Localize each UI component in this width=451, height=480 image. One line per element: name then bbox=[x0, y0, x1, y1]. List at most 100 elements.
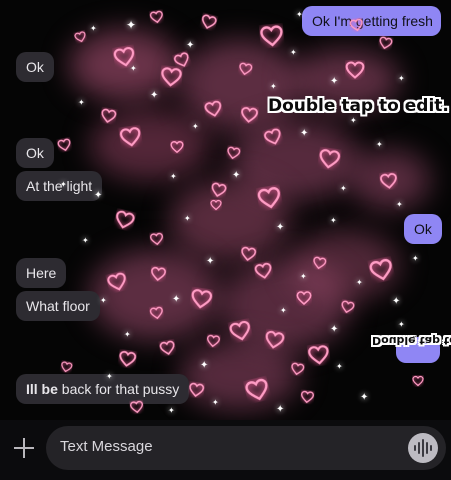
heart-icon bbox=[345, 60, 365, 85]
glow bbox=[290, 230, 400, 300]
sparkle-icon: ✦ bbox=[126, 18, 137, 32]
heart-icon bbox=[288, 361, 305, 382]
heart-icon bbox=[256, 184, 285, 217]
heart-icon bbox=[412, 374, 424, 392]
heart-icon bbox=[149, 265, 167, 288]
message-bubble-incoming[interactable]: Here bbox=[16, 258, 67, 288]
message-bubble-incoming[interactable]: At the light bbox=[16, 171, 103, 201]
message-bold-text: Ill be bbox=[26, 381, 58, 397]
sparkle-icon: ✦ bbox=[350, 116, 357, 125]
heart-icon bbox=[227, 318, 254, 349]
heart-icon bbox=[224, 145, 241, 166]
heart-icon bbox=[170, 140, 184, 159]
sparkle-icon: ✦ bbox=[356, 278, 363, 287]
sparkle-icon: ✦ bbox=[398, 320, 405, 329]
sparkle-icon: ✦ bbox=[336, 362, 343, 371]
message-bubble-incoming[interactable]: Ok bbox=[16, 138, 54, 168]
glow bbox=[180, 40, 300, 130]
heart-icon bbox=[236, 61, 253, 82]
sparkle-icon: ✦ bbox=[340, 184, 347, 193]
sparkle-icon: ✦ bbox=[82, 236, 89, 245]
heart-icon bbox=[98, 107, 117, 130]
sparkle-icon: ✦ bbox=[212, 398, 219, 407]
sparkle-icon: ✦ bbox=[170, 172, 177, 181]
heart-icon bbox=[379, 171, 399, 196]
sticker-text[interactable]: Double tap to edit. bbox=[268, 96, 449, 116]
heart-icon bbox=[296, 290, 312, 311]
heart-icon bbox=[172, 50, 194, 75]
message-bubble-incoming[interactable]: Ok bbox=[16, 52, 54, 82]
heart-icon bbox=[73, 29, 89, 49]
sparkle-icon: ✦ bbox=[276, 222, 285, 233]
heart-icon bbox=[299, 389, 315, 409]
message-bubble-incoming[interactable]: Ill be back for that pussy bbox=[16, 374, 190, 404]
heart-icon bbox=[310, 255, 327, 276]
heart-icon bbox=[316, 147, 342, 177]
sparkle-icon: ✦ bbox=[124, 330, 131, 339]
heart-icon bbox=[198, 12, 219, 36]
glow bbox=[350, 150, 430, 210]
plus-icon[interactable] bbox=[12, 436, 36, 460]
sticker-text-mirrored[interactable]: Double tap to ed bbox=[372, 334, 451, 347]
heart-icon bbox=[307, 343, 332, 372]
heart-icon bbox=[259, 23, 285, 54]
heart-icon bbox=[112, 44, 138, 74]
sparkle-icon: ✦ bbox=[280, 306, 287, 315]
heart-icon bbox=[367, 256, 397, 289]
message-bubble-incoming[interactable]: What floor bbox=[16, 291, 100, 321]
heart-icon bbox=[239, 105, 259, 130]
sparkle-icon: ✦ bbox=[396, 200, 403, 209]
sparkle-icon: ✦ bbox=[376, 140, 383, 149]
heart-icon bbox=[149, 9, 166, 30]
heart-icon bbox=[116, 349, 137, 374]
sparkle-icon: ✦ bbox=[100, 296, 107, 305]
heart-icon bbox=[159, 65, 183, 94]
glow bbox=[90, 250, 220, 340]
heart-icon bbox=[262, 126, 286, 153]
heart-icon bbox=[243, 376, 273, 410]
sparkle-icon: ✦ bbox=[276, 404, 285, 415]
heart-icon bbox=[111, 208, 136, 237]
glow bbox=[70, 30, 180, 100]
sparkle-icon: ✦ bbox=[200, 360, 209, 371]
sparkle-icon: ✦ bbox=[392, 296, 401, 307]
heart-icon bbox=[208, 181, 228, 205]
heart-icon bbox=[253, 261, 275, 287]
sparkle-icon: ✦ bbox=[168, 406, 175, 415]
glow bbox=[230, 120, 360, 200]
heart-icon bbox=[149, 231, 165, 251]
sparkle-icon: ✦ bbox=[90, 24, 97, 33]
sparkle-icon: ✦ bbox=[186, 40, 195, 51]
message-thread[interactable]: Ok I'm getting fresh Ok Ok At the light … bbox=[0, 0, 451, 420]
heart-icon bbox=[376, 35, 394, 56]
sparkle-icon: ✦ bbox=[398, 74, 405, 83]
sparkle-icon: ✦ bbox=[130, 64, 137, 73]
heart-icon bbox=[205, 333, 221, 353]
sparkle-icon: ✦ bbox=[330, 324, 339, 335]
heart-icon bbox=[188, 287, 214, 317]
sparkle-icon: ✦ bbox=[192, 122, 199, 131]
sparkle-icon: ✦ bbox=[270, 82, 277, 91]
message-bubble-outgoing[interactable]: Ok bbox=[404, 214, 442, 244]
sparkle-icon: ✦ bbox=[172, 294, 181, 305]
heart-icon bbox=[187, 381, 206, 404]
heart-icon bbox=[203, 98, 225, 124]
message-input-placeholder: Text Message bbox=[60, 438, 153, 455]
sparkle-icon: ✦ bbox=[412, 254, 419, 263]
heart-icon bbox=[158, 339, 177, 362]
voice-waveform-icon[interactable] bbox=[408, 433, 438, 463]
sparkle-icon: ✦ bbox=[78, 98, 85, 107]
glow bbox=[180, 340, 300, 410]
heart-icon bbox=[239, 245, 258, 268]
heart-icon bbox=[118, 125, 144, 155]
glow bbox=[220, 260, 350, 350]
sparkle-icon: ✦ bbox=[360, 392, 369, 403]
heart-icon bbox=[262, 328, 286, 356]
sparkle-icon: ✦ bbox=[290, 48, 297, 57]
sparkle-icon: ✦ bbox=[232, 170, 241, 181]
sparkle-icon: ✦ bbox=[330, 216, 337, 225]
glow bbox=[90, 110, 210, 180]
heart-icon bbox=[105, 270, 131, 299]
message-bubble-outgoing[interactable]: Ok I'm getting fresh bbox=[302, 6, 441, 36]
sparkle-icon: ✦ bbox=[300, 272, 307, 281]
